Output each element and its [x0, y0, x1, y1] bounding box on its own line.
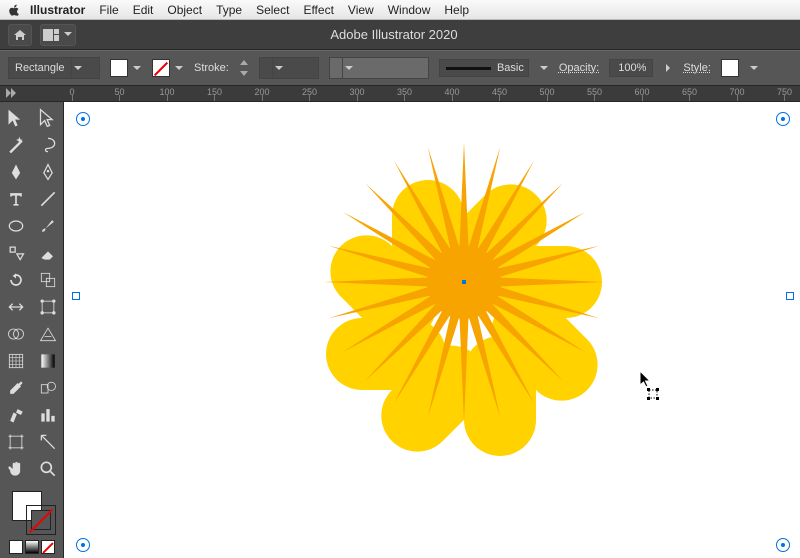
selection-cursor [639, 370, 659, 400]
selection-tool[interactable] [2, 106, 30, 130]
rotate-handle-bl[interactable] [78, 540, 88, 550]
slice-tool[interactable] [34, 430, 62, 454]
zoom-tool[interactable] [34, 457, 62, 481]
selection-center-point[interactable] [462, 280, 466, 284]
fill-swatch[interactable] [110, 59, 128, 77]
paintbrush-tool[interactable] [34, 214, 62, 238]
type-tool[interactable] [2, 187, 30, 211]
eyedropper-tool[interactable] [2, 376, 30, 400]
stroke-color-box[interactable] [26, 505, 56, 535]
lasso-tool[interactable] [34, 133, 62, 157]
style-swatch[interactable] [721, 59, 739, 77]
color-mode-solid[interactable] [9, 540, 23, 554]
opacity-value: 100% [618, 62, 646, 74]
shaper-tool[interactable] [2, 241, 30, 265]
menu-file[interactable]: File [99, 3, 118, 17]
opacity-value-input[interactable]: 100% [609, 59, 653, 77]
chevron-down-icon [342, 58, 356, 78]
rotate-handle-br[interactable] [778, 540, 788, 550]
color-mode-none[interactable] [41, 540, 55, 554]
stroke-swatch[interactable] [152, 59, 170, 77]
rotate-handle-tl[interactable] [78, 114, 88, 124]
direct-selection-tool[interactable] [34, 106, 62, 130]
resize-handle-r[interactable] [786, 292, 794, 300]
menu-object[interactable]: Object [167, 3, 202, 17]
menu-window[interactable]: Window [388, 3, 431, 17]
chevron-down-icon[interactable] [132, 63, 142, 73]
control-bar: Rectangle Stroke: Basic Opacity: [0, 50, 800, 86]
menu-view[interactable]: View [348, 3, 374, 17]
mac-menu-bar: Illustrator File Edit Object Type Select… [0, 0, 800, 20]
chevron-down-icon[interactable] [749, 63, 759, 73]
pen-tool[interactable] [2, 160, 30, 184]
apple-icon[interactable] [8, 3, 20, 16]
arrange-documents-button[interactable] [40, 24, 76, 46]
perspective-grid-tool[interactable] [34, 322, 62, 346]
brush-dropdown-disabled[interactable] [329, 57, 429, 79]
line-segment-tool[interactable] [34, 187, 62, 211]
chevron-right-icon[interactable] [663, 63, 673, 73]
column-graph-tool[interactable] [34, 403, 62, 427]
chevron-down-icon [71, 58, 85, 78]
brush-definition-dropdown[interactable]: Basic [439, 59, 529, 77]
free-transform-tool[interactable] [34, 295, 62, 319]
style-label: Style: [683, 62, 711, 74]
app-header: Adobe Illustrator 2020 [0, 20, 800, 50]
rotate-tool[interactable] [2, 268, 30, 292]
menu-type[interactable]: Type [216, 3, 242, 17]
gradient-tool[interactable] [34, 349, 62, 373]
brush-label: Basic [497, 62, 524, 74]
menu-illustrator[interactable]: Illustrator [30, 3, 85, 17]
selection-type-label: Rectangle [9, 62, 71, 74]
stroke-profile-dropdown[interactable] [259, 57, 319, 79]
menu-effect[interactable]: Effect [303, 3, 333, 17]
menu-select[interactable]: Select [256, 3, 289, 17]
chevron-down-icon[interactable] [174, 63, 184, 73]
menu-help[interactable]: Help [444, 3, 469, 17]
opacity-label: Opacity: [559, 62, 599, 74]
ruler-collapse-icon[interactable] [6, 88, 16, 98]
magic-wand-tool[interactable] [2, 133, 30, 157]
width-tool[interactable] [2, 295, 30, 319]
rotate-handle-tr[interactable] [778, 114, 788, 124]
eraser-tool[interactable] [34, 241, 62, 265]
menu-edit[interactable]: Edit [133, 3, 154, 17]
color-mode-gradient[interactable] [25, 540, 39, 554]
stroke-label: Stroke: [194, 62, 229, 74]
app-title: Adobe Illustrator 2020 [330, 27, 457, 42]
ruler: 0501001502002503003504004505005506006507… [0, 86, 800, 102]
chevron-down-icon [63, 30, 73, 40]
shape-builder-tool[interactable] [2, 322, 30, 346]
chevron-down-icon [272, 58, 286, 78]
fill-stroke-control[interactable] [2, 489, 61, 536]
canvas[interactable] [64, 102, 800, 558]
scale-tool[interactable] [34, 268, 62, 292]
flower-artwork[interactable] [314, 132, 614, 432]
chevron-down-icon[interactable] [539, 63, 549, 73]
artboard-tool[interactable] [2, 430, 30, 454]
home-button[interactable] [8, 24, 32, 46]
selection-type-dropdown[interactable]: Rectangle [8, 57, 100, 79]
hand-tool[interactable] [2, 457, 30, 481]
symbol-sprayer-tool[interactable] [2, 403, 30, 427]
curvature-tool[interactable] [34, 160, 62, 184]
mesh-tool[interactable] [2, 349, 30, 373]
stroke-weight-stepper[interactable] [239, 60, 249, 76]
ellipse-tool[interactable] [2, 214, 30, 238]
resize-handle-l[interactable] [72, 292, 80, 300]
blend-tool[interactable] [34, 376, 62, 400]
tool-panel [0, 102, 64, 558]
